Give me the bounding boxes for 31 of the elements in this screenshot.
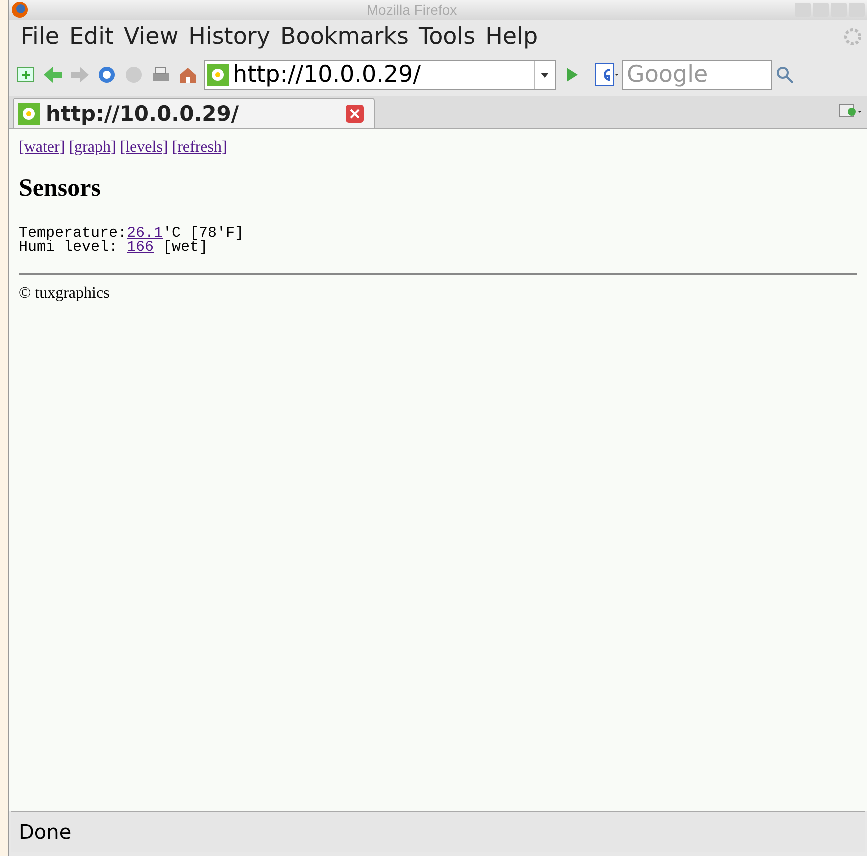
browser-tab[interactable]: http://10.0.0.29/ [13, 98, 375, 128]
nav-link[interactable]: [graph] [69, 139, 116, 157]
favicon-icon [207, 64, 229, 86]
search-field[interactable]: Google [622, 60, 772, 90]
back-arrow-icon[interactable] [42, 64, 64, 86]
menu-item[interactable]: Tools [414, 24, 482, 50]
menu-item[interactable]: File [17, 24, 66, 50]
nav-link[interactable]: [refresh] [172, 139, 228, 157]
search-engine-icon[interactable] [594, 62, 620, 88]
sensor-reading: Humi level: 166 [wet] [19, 241, 208, 255]
menu-item[interactable]: Bookmarks [276, 24, 415, 50]
sensor-reading: Temperature:26.1'C [78'F] [19, 227, 246, 241]
nav-link[interactable]: [water] [19, 139, 66, 157]
throbber-icon [843, 27, 863, 47]
nav-link[interactable]: [levels] [120, 139, 168, 157]
menu-item[interactable]: Help [482, 24, 544, 50]
window-title: Mozilla Firefox [366, 2, 458, 18]
reload-icon[interactable] [96, 64, 118, 86]
menu-item[interactable]: History [184, 24, 276, 50]
reading-link[interactable]: 166 [127, 239, 154, 256]
menu-item[interactable]: Edit [66, 24, 120, 50]
close-tab-icon[interactable] [346, 104, 364, 122]
search-icon[interactable] [774, 64, 796, 86]
address-field[interactable]: http://10.0.0.29/ [204, 60, 556, 90]
forward-arrow-icon[interactable] [69, 64, 91, 86]
menu-item[interactable]: View [120, 24, 185, 50]
favicon-icon [18, 102, 40, 124]
copyright-text: © tuxgraphics [19, 285, 111, 303]
page-heading: Sensors [19, 175, 102, 203]
firefox-logo-icon [11, 1, 29, 19]
reading-link[interactable]: 26.1 [127, 225, 164, 242]
